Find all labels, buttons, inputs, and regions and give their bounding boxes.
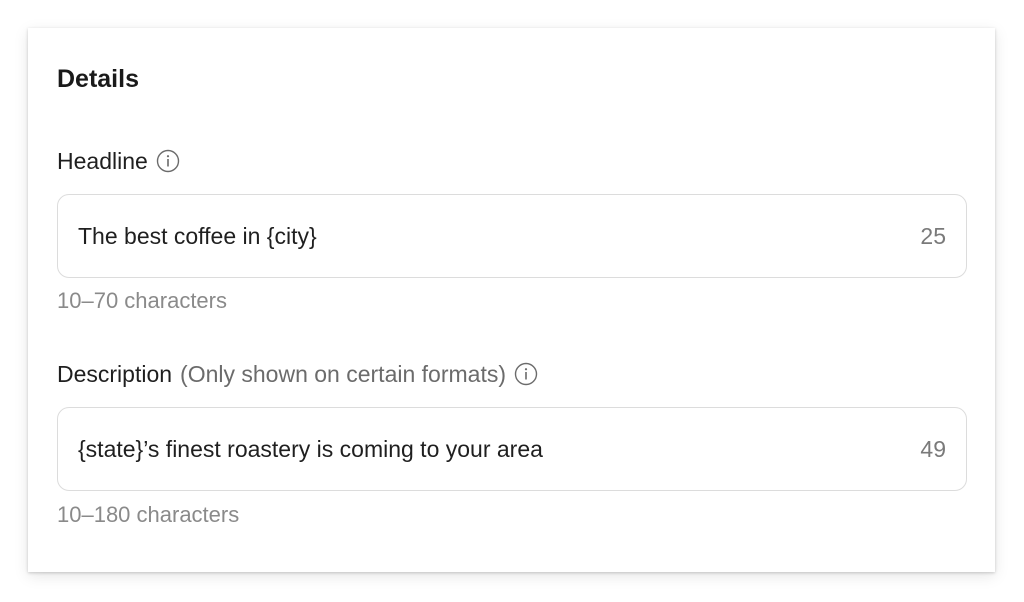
headline-helper-text: 10–70 characters <box>57 288 227 313</box>
details-card: Details Headline 25 10–70 characters Des… <box>28 28 995 572</box>
description-input[interactable] <box>78 435 909 463</box>
description-note: (Only shown on certain formats) <box>180 361 506 387</box>
headline-label-row: Headline <box>57 147 180 175</box>
description-label-row: Description (Only shown on certain forma… <box>57 360 538 388</box>
headline-field[interactable]: 25 <box>57 194 967 278</box>
section-title: Details <box>57 65 139 93</box>
headline-char-count: 25 <box>920 222 946 249</box>
description-char-count: 49 <box>920 435 946 462</box>
info-icon[interactable] <box>156 149 180 173</box>
headline-label: Headline <box>57 148 148 174</box>
description-label: Description <box>57 361 173 387</box>
description-field[interactable]: 49 <box>57 407 967 491</box>
description-helper-text: 10–180 characters <box>57 502 240 527</box>
info-icon[interactable] <box>514 362 538 386</box>
headline-input[interactable] <box>78 222 909 250</box>
